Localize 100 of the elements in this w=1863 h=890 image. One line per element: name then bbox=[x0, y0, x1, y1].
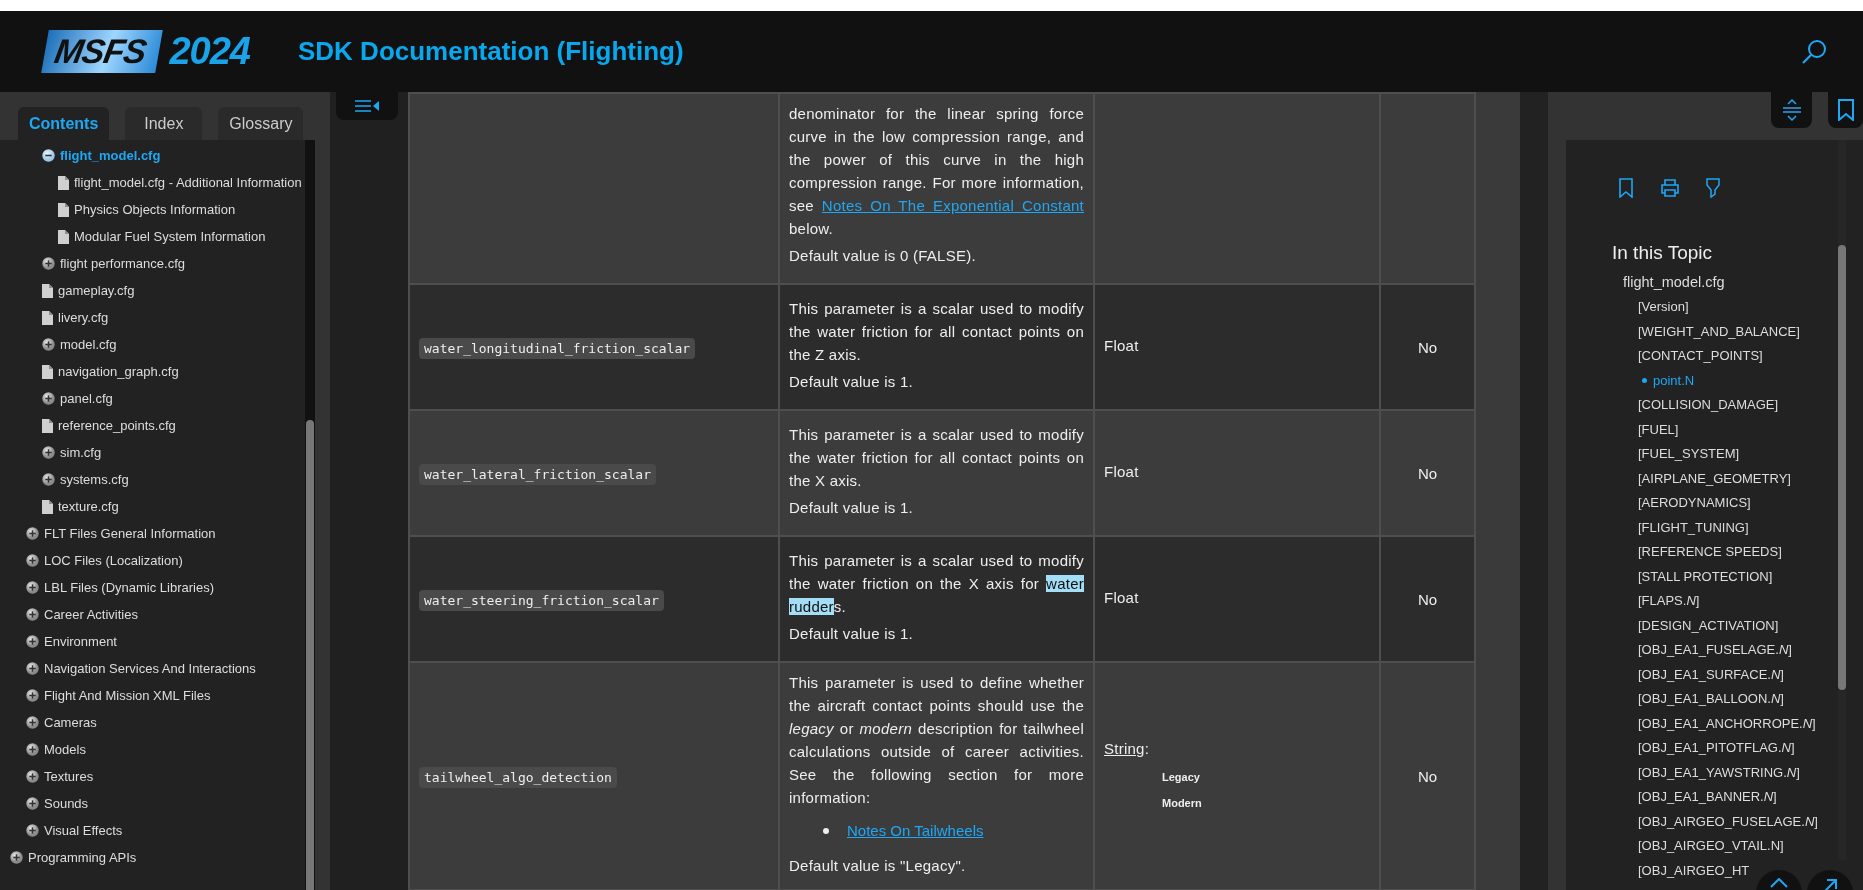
type-label: Float bbox=[1104, 335, 1139, 356]
tree-item[interactable]: gameplay.cfg bbox=[0, 277, 305, 304]
tree-item[interactable]: Cameras bbox=[0, 709, 305, 736]
arrow-icon bbox=[1822, 878, 1838, 890]
expand-icon[interactable] bbox=[42, 473, 55, 486]
tree-item[interactable]: Textures bbox=[0, 763, 305, 790]
topic-link[interactable]: [OBJ_AIRGEO_FUSELAGE.N] bbox=[1638, 809, 1818, 834]
page-icon bbox=[42, 499, 53, 514]
description-text: Default value is 0 (FALSE). bbox=[789, 246, 977, 266]
topic-link[interactable]: point.N bbox=[1642, 368, 1695, 393]
collapse-icon[interactable] bbox=[42, 149, 55, 162]
link[interactable]: Notes On The Exponential Constant bbox=[821, 197, 1084, 214]
tree-item[interactable]: LBL Files (Dynamic Libraries) bbox=[0, 574, 305, 601]
topic-link[interactable]: [STALL PROTECTION] bbox=[1638, 564, 1773, 589]
description-text: denominator for the linear spring force curve in the low compression range, and the power of this curve in the high compression range. For more information, see Notes On The Exponential Constant below. bbox=[789, 104, 1084, 239]
expand-icon[interactable] bbox=[26, 635, 39, 648]
parameter-name: tailwheel_algo_detection bbox=[419, 766, 617, 788]
sidebar-tab[interactable]: Index bbox=[125, 107, 203, 140]
tree-item[interactable]: sim.cfg bbox=[0, 439, 305, 466]
expand-icon[interactable] bbox=[26, 554, 39, 567]
tree-item[interactable]: flight_model.cfg bbox=[0, 142, 305, 169]
topic-link[interactable]: [CONTACT_POINTS] bbox=[1638, 343, 1763, 368]
tree-item[interactable]: Programming APIs bbox=[0, 844, 305, 871]
topic-link[interactable]: [OBJ_EA1_YAWSTRING.N] bbox=[1638, 760, 1800, 785]
tree-item[interactable]: livery.cfg bbox=[0, 304, 305, 331]
print-icon[interactable] bbox=[1660, 178, 1680, 198]
topic-link[interactable]: [OBJ_EA1_FUSELAGE.N] bbox=[1638, 637, 1792, 662]
tree-item[interactable]: model.cfg bbox=[0, 331, 305, 358]
description-text: This parameter is a scalar used to modify the water friction for all contact points on the X axis. bbox=[789, 425, 1084, 491]
tree-item[interactable]: Visual Effects bbox=[0, 817, 305, 844]
expand-icon[interactable] bbox=[26, 770, 39, 783]
sidebar-tab[interactable]: Contents bbox=[18, 107, 110, 140]
tree-item[interactable]: Career Activities bbox=[0, 601, 305, 628]
scrollbar-thumb[interactable] bbox=[1838, 245, 1846, 690]
tree-item[interactable]: FLT Files General Information bbox=[0, 520, 305, 547]
page-icon bbox=[42, 364, 53, 379]
tree-item[interactable]: Modular Fuel System Information bbox=[0, 223, 305, 250]
expand-icon[interactable] bbox=[42, 257, 55, 270]
sidebar-toggle-button[interactable] bbox=[336, 92, 398, 120]
topic-link[interactable]: [Version] bbox=[1638, 294, 1689, 319]
tree-item[interactable]: Environment bbox=[0, 628, 305, 655]
bookmark-button[interactable] bbox=[1828, 92, 1863, 128]
tree-item[interactable]: Sounds bbox=[0, 790, 305, 817]
topic-link[interactable]: [OBJ_EA1_BANNER.N] bbox=[1638, 784, 1777, 809]
tree-item[interactable]: Navigation Services And Interactions bbox=[0, 655, 305, 682]
expand-icon[interactable] bbox=[26, 527, 39, 540]
tree-item[interactable]: navigation_graph.cfg bbox=[0, 358, 305, 385]
description-text: Default value is 1. bbox=[789, 498, 914, 518]
expand-icon[interactable] bbox=[42, 446, 55, 459]
expand-icon[interactable] bbox=[10, 851, 23, 864]
tree-item[interactable]: systems.cfg bbox=[0, 466, 305, 493]
expand-icon[interactable] bbox=[42, 338, 55, 351]
site-title: SDK Documentation (Flighting) bbox=[298, 36, 684, 67]
tree-item[interactable]: panel.cfg bbox=[0, 385, 305, 412]
tree-item[interactable]: flight_model.cfg - Additional Information bbox=[0, 169, 305, 196]
bookmark-icon bbox=[1837, 99, 1854, 121]
expand-icon[interactable] bbox=[26, 689, 39, 702]
expand-icon[interactable] bbox=[26, 608, 39, 621]
topic-link[interactable]: [FUEL_SYSTEM] bbox=[1638, 441, 1740, 466]
topic-link[interactable]: [OBJ_AIRGEO_HT bbox=[1638, 858, 1750, 883]
expand-icon[interactable] bbox=[26, 662, 39, 675]
expand-icon[interactable] bbox=[42, 392, 55, 405]
marker-icon[interactable] bbox=[1706, 178, 1720, 198]
tree-item[interactable]: flight performance.cfg bbox=[0, 250, 305, 277]
topic-link[interactable]: [COLLISION_DAMAGE] bbox=[1638, 392, 1779, 417]
type-link[interactable]: String bbox=[1104, 739, 1145, 757]
description-text: Default value is "Legacy". bbox=[789, 856, 967, 876]
value-option: Legacy bbox=[1162, 763, 1370, 790]
topic-link[interactable]: flight_model.cfg bbox=[1623, 270, 1725, 295]
topic-link[interactable]: [OBJ_EA1_BALLOON.N] bbox=[1638, 686, 1784, 711]
expand-icon[interactable] bbox=[26, 581, 39, 594]
expand-icon[interactable] bbox=[26, 743, 39, 756]
search-icon[interactable] bbox=[1801, 38, 1827, 65]
type-label: Float bbox=[1104, 587, 1139, 608]
expand-collapse-button[interactable] bbox=[1771, 92, 1812, 128]
link[interactable]: Notes On Tailwheels bbox=[847, 819, 984, 842]
topic-link[interactable]: [OBJ_AIRGEO_VTAIL.N] bbox=[1638, 833, 1784, 858]
topic-link[interactable]: [OBJ_EA1_ANCHORROPE.N] bbox=[1638, 711, 1816, 736]
sidebar-tab[interactable]: Glossary bbox=[218, 107, 304, 140]
topic-link[interactable]: [OBJ_EA1_PITOTFLAG.N] bbox=[1638, 735, 1795, 760]
tree-item[interactable]: reference_points.cfg bbox=[0, 412, 305, 439]
expand-icon[interactable] bbox=[26, 824, 39, 837]
expand-icon[interactable] bbox=[26, 797, 39, 810]
topic-link[interactable]: [AERODYNAMICS] bbox=[1638, 490, 1751, 515]
topic-link[interactable]: [REFERENCE SPEEDS] bbox=[1638, 539, 1782, 564]
topic-link[interactable]: [FLIGHT_TUNING] bbox=[1638, 515, 1749, 540]
topic-link[interactable]: [WEIGHT_AND_BALANCE] bbox=[1638, 319, 1800, 344]
tree-item[interactable]: texture.cfg bbox=[0, 493, 305, 520]
tree-item[interactable]: Models bbox=[0, 736, 305, 763]
topic-link[interactable]: [FUEL] bbox=[1638, 417, 1679, 442]
tree-item[interactable]: LOC Files (Localization) bbox=[0, 547, 305, 574]
expand-icon[interactable] bbox=[26, 716, 39, 729]
topic-link[interactable]: [DESIGN_ACTIVATION] bbox=[1638, 613, 1779, 638]
tree-item[interactable]: Physics Objects Information bbox=[0, 196, 305, 223]
scrollbar-thumb[interactable] bbox=[306, 420, 314, 890]
topic-link[interactable]: [OBJ_EA1_SURFACE.N] bbox=[1638, 662, 1784, 687]
bookmark-icon[interactable] bbox=[1618, 178, 1634, 198]
tree-item[interactable]: Flight And Mission XML Files bbox=[0, 682, 305, 709]
topic-link[interactable]: [FLAPS.N] bbox=[1638, 588, 1700, 613]
topic-link[interactable]: [AIRPLANE_GEOMETRY] bbox=[1638, 466, 1791, 491]
